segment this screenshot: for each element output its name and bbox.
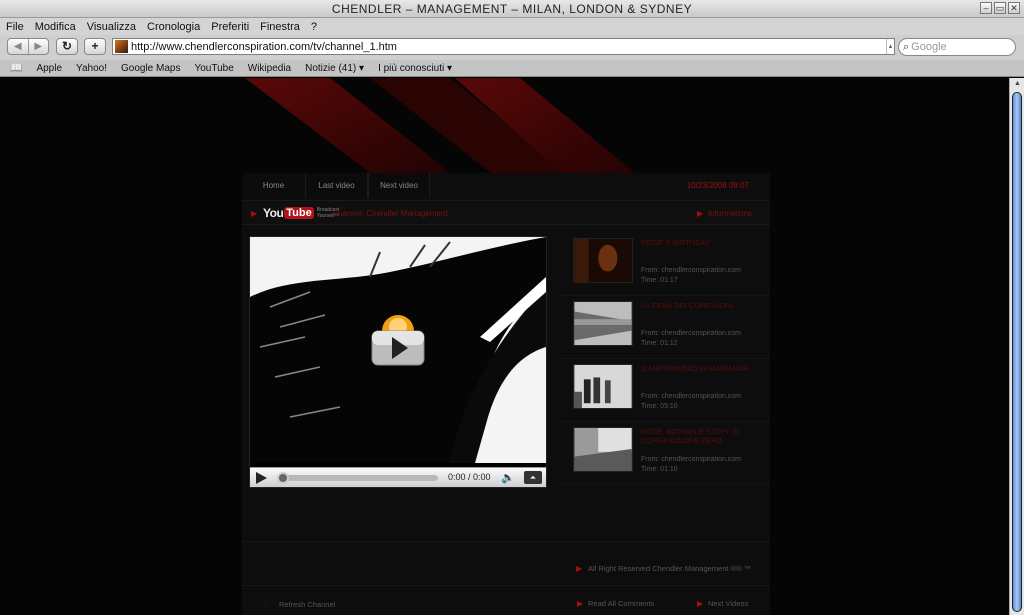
youtube-logo: You Tube Broadcast Yourself™: [263, 206, 340, 220]
menu-finestra[interactable]: Finestra: [260, 21, 300, 33]
next-videos-link[interactable]: Next Videos: [708, 599, 748, 608]
video-thumbnail[interactable]: [573, 301, 633, 346]
arrow-icon: ▶: [697, 209, 704, 218]
refresh-channel-link[interactable]: Refresh Channel: [279, 600, 335, 609]
page-content: Home Last video Next video 10/23/2008 09…: [0, 78, 1009, 615]
menu-cronologia[interactable]: Cronologia: [147, 21, 200, 33]
bookmarks-bar: 📖 Apple Yahoo! Google Maps YouTube Wikip…: [0, 60, 1024, 77]
video-source: From: chendlerconspiration.com: [641, 456, 741, 463]
arrow-icon: ▶: [697, 599, 704, 608]
menu-file[interactable]: File: [6, 21, 24, 33]
toolbar: ◀ ▶ ↻ + http://www.chendlerconspiration.…: [0, 35, 1024, 60]
bookmarks-book-icon[interactable]: 📖: [10, 63, 22, 74]
vertical-scrollbar[interactable]: ▲: [1009, 78, 1024, 615]
seek-handle[interactable]: [277, 472, 289, 484]
video-frame[interactable]: [250, 237, 546, 463]
menu-preferiti[interactable]: Preferiti: [211, 21, 249, 33]
video-title[interactable]: ROSE' S BIRTHDAY: [641, 238, 766, 247]
video-thumbnail[interactable]: [573, 364, 633, 409]
scroll-up-icon[interactable]: ▲: [1010, 78, 1024, 90]
datetime: 10/23/2008 09:07: [686, 181, 749, 190]
bookmark-youtube[interactable]: YouTube: [194, 63, 233, 74]
youtube-channel-bar: ▶ You Tube Broadcast Yourself™ Channel: …: [242, 200, 770, 225]
menu-bar: File Modifica Visualizza Cronologia Pref…: [0, 18, 1024, 35]
video-title[interactable]: LA CENA DEI CONIGLIONI: [641, 301, 766, 310]
search-field[interactable]: ⌕ Google: [898, 38, 1016, 56]
nav-buttons: ◀ ▶: [7, 38, 49, 55]
address-bar[interactable]: http://www.chendlerconspiration.com/tv/c…: [112, 38, 895, 55]
bookmark-wikipedia[interactable]: Wikipedia: [248, 63, 291, 74]
seek-bar[interactable]: [278, 475, 438, 481]
channel-panel: Home Last video Next video 10/23/2008 09…: [242, 173, 770, 615]
time-display: 0:00 / 0:00: [448, 472, 491, 482]
bookmark-notizie[interactable]: Notizie (41) ▾: [305, 63, 364, 74]
copyright-text: All Right Reserved Chendler Management ®…: [588, 564, 752, 573]
forward-button[interactable]: ▶: [27, 39, 49, 54]
nav-home[interactable]: Home: [242, 173, 306, 198]
url-dropdown-icon[interactable]: ▴: [886, 39, 894, 54]
video-player[interactable]: 0:00 / 0:00 🔈 ⏶: [249, 236, 547, 488]
player-controls: 0:00 / 0:00 🔈 ⏶: [250, 467, 546, 487]
reload-button[interactable]: ↻: [56, 38, 78, 55]
video-source: From: chendlerconspiration.com: [641, 330, 741, 337]
menu-help[interactable]: ?: [311, 21, 317, 33]
arrow-icon: ▶: [251, 209, 258, 218]
volume-icon[interactable]: 🔈: [501, 471, 515, 484]
menu-visualizza[interactable]: Visualizza: [87, 21, 136, 33]
bookmark-piu-conosciuti[interactable]: I più conosciuti ▾: [378, 63, 452, 74]
youtube-logo-you: You: [263, 206, 284, 220]
restore-icon[interactable]: ▭: [994, 2, 1006, 14]
video-title[interactable]: IL MATRIMONIO DI MARIANNA: [641, 364, 766, 373]
site-favicon-icon: [115, 40, 128, 53]
nav-last-video[interactable]: Last video: [306, 173, 368, 198]
bookmark-google-maps[interactable]: Google Maps: [121, 63, 180, 74]
back-button[interactable]: ◀: [8, 39, 28, 54]
bookmark-yahoo[interactable]: Yahoo!: [76, 63, 107, 74]
title-bar: CHENDLER – MANAGEMENT – MILAN, LONDON & …: [0, 0, 1024, 18]
window-title: CHENDLER – MANAGEMENT – MILAN, LONDON & …: [331, 2, 693, 16]
video-title[interactable]: ROSE, NATHAN E STEFY IN CONGIUNZIONE ZER…: [641, 427, 766, 445]
video-list-item[interactable]: LA CENA DEI CONIGLIONI From: chendlercon…: [560, 296, 770, 359]
close-icon[interactable]: ✕: [1008, 2, 1020, 14]
play-icon[interactable]: [256, 472, 267, 484]
window-controls: – ▭ ✕: [980, 2, 1020, 14]
bookmark-apple[interactable]: Apple: [36, 63, 62, 74]
video-duration: Time: 01:12: [641, 340, 678, 347]
search-icon: ⌕: [903, 40, 910, 53]
refresh-icon[interactable]: ◌: [263, 598, 269, 609]
play-overlay-icon[interactable]: [370, 313, 426, 367]
video-list-item[interactable]: ROSE, NATHAN E STEFY IN CONGIUNZIONE ZER…: [560, 422, 770, 485]
video-duration: Time: 01:10: [641, 466, 678, 473]
arrow-icon: ▶: [576, 564, 583, 573]
channel-name: Channel: Chendler Management: [332, 209, 448, 218]
divider: [242, 541, 770, 542]
divider: [242, 585, 770, 586]
arrow-icon: ▶: [577, 599, 584, 608]
nav-next-video[interactable]: Next video: [368, 173, 430, 198]
video-list-item[interactable]: ROSE' S BIRTHDAY From: chendlerconspirat…: [560, 233, 770, 296]
search-placeholder: Google: [911, 41, 947, 53]
menu-modifica[interactable]: Modifica: [35, 21, 76, 33]
add-bookmark-button[interactable]: +: [84, 38, 106, 55]
fullscreen-icon[interactable]: ⏶: [524, 471, 542, 484]
read-comments-link[interactable]: Read All Comments: [588, 599, 654, 608]
video-thumbnail[interactable]: [573, 238, 633, 283]
url-text: http://www.chendlerconspiration.com/tv/c…: [131, 40, 397, 53]
video-thumbnail[interactable]: [573, 427, 633, 472]
video-duration: Time: 05:10: [641, 403, 678, 410]
youtube-logo-tube: Tube: [284, 207, 314, 219]
minimize-icon[interactable]: –: [980, 2, 992, 14]
scroll-thumb[interactable]: [1012, 92, 1022, 612]
video-duration: Time: 01:17: [641, 277, 678, 284]
video-list: ROSE' S BIRTHDAY From: chendlerconspirat…: [560, 233, 770, 495]
video-source: From: chendlerconspiration.com: [641, 267, 741, 274]
video-list-item[interactable]: IL MATRIMONIO DI MARIANNA From: chendler…: [560, 359, 770, 422]
informations-link[interactable]: Informations: [708, 209, 752, 218]
video-source: From: chendlerconspiration.com: [641, 393, 741, 400]
